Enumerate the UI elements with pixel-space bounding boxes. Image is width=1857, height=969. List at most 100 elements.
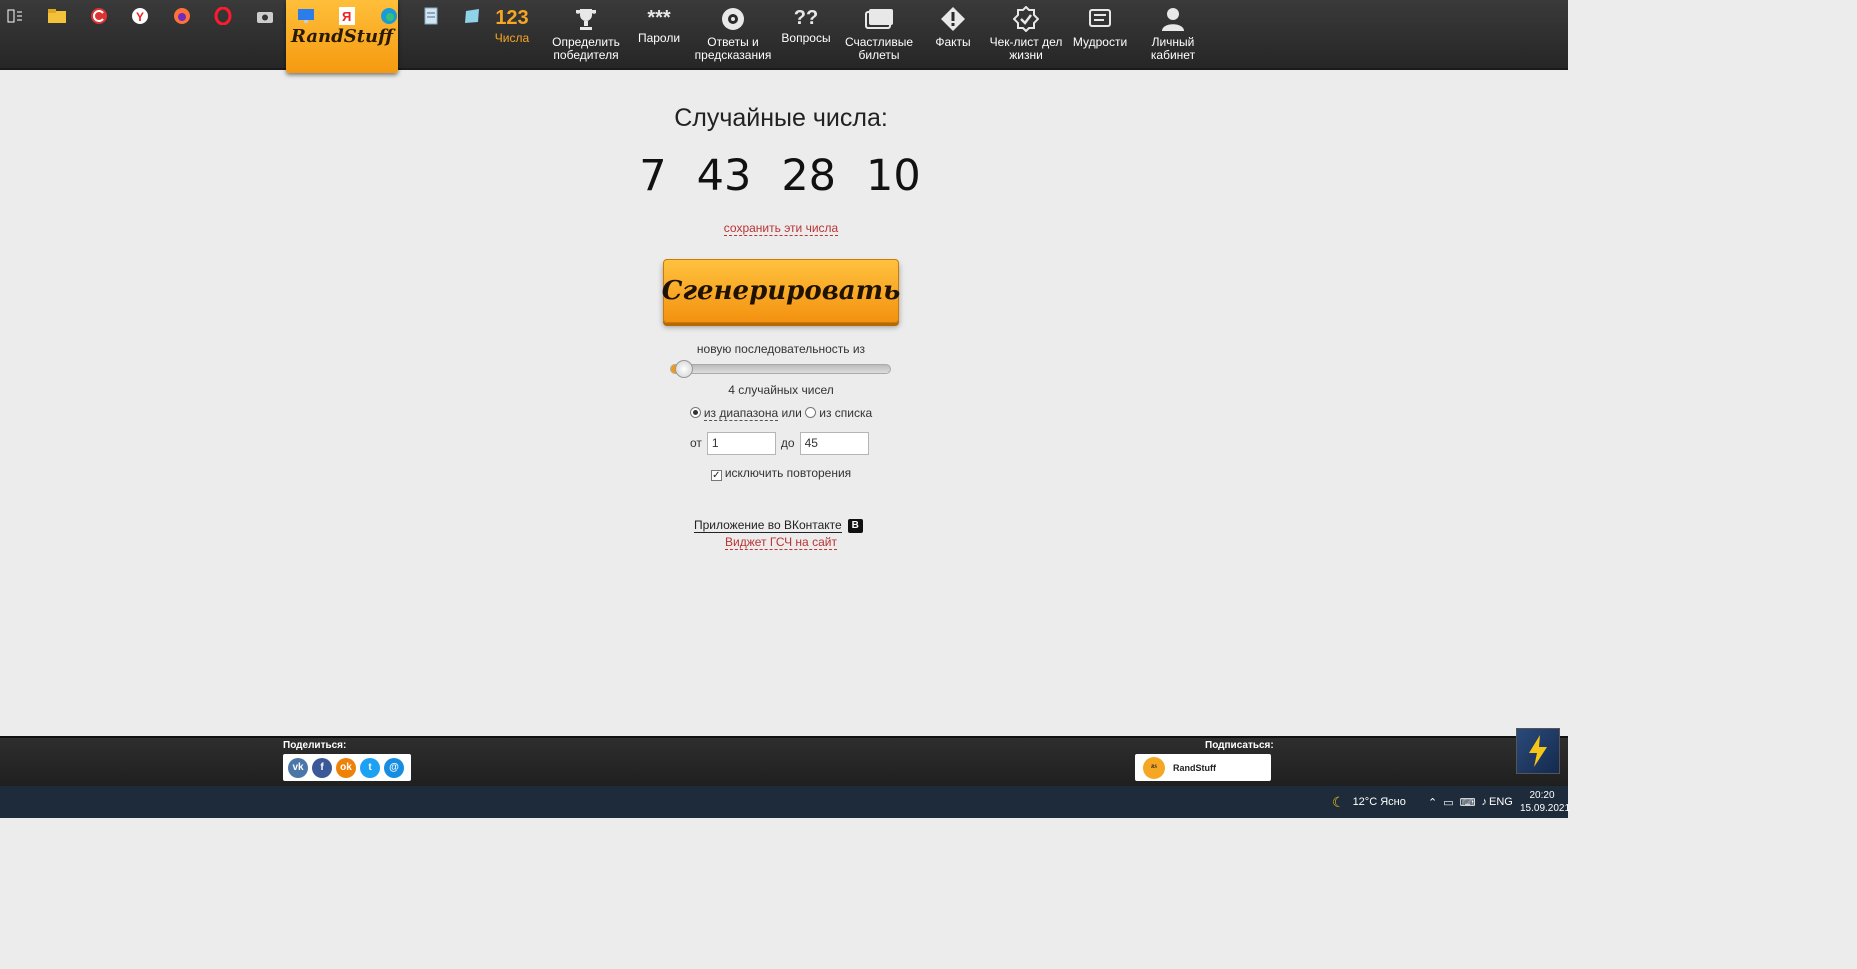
source-mode-row: из диапазона или из списка: [0, 406, 1562, 421]
random-numbers-result: 7 43 28 10: [635, 148, 925, 204]
list-mode-label[interactable]: из списка: [819, 406, 872, 420]
nav-item-passwords[interactable]: *** Пароли: [620, 4, 698, 62]
firefox-icon[interactable]: [171, 6, 193, 26]
language-indicator[interactable]: ENG: [1489, 786, 1513, 818]
save-numbers-link[interactable]: сохранить эти числа: [723, 221, 839, 236]
list-radio[interactable]: [805, 407, 817, 418]
nav-item-answers[interactable]: Ответы и предсказания: [694, 4, 772, 62]
checkmark-badge-icon: [1013, 6, 1039, 32]
save-numbers-row: сохранить эти числа: [0, 221, 1562, 236]
svg-text:Я: Я: [342, 9, 351, 24]
scroll-icon: [1089, 9, 1111, 27]
opera-icon[interactable]: [212, 6, 234, 26]
remote-desktop-icon[interactable]: [295, 6, 317, 26]
share-label: Поделиться:: [283, 740, 347, 751]
sequence-label: новую последовательность из: [696, 342, 866, 356]
share-buttons: vk f ok t @: [283, 754, 411, 781]
exclude-repeats-label[interactable]: исключить повторения: [725, 466, 851, 480]
camera-app-icon[interactable]: [254, 6, 276, 26]
widget-link[interactable]: Виджет ГСЧ на сайт: [725, 535, 837, 550]
range-to-input[interactable]: [799, 431, 869, 455]
weather-text: 12°C Ясно: [1352, 796, 1406, 808]
user-icon: [1162, 8, 1184, 31]
page-title: Случайные числа:: [674, 104, 888, 132]
tablet-app-icon[interactable]: [461, 6, 483, 26]
mail-agent-share-icon[interactable]: @: [384, 757, 404, 778]
nav-item-label: Счастливые билеты: [844, 35, 914, 62]
clock-date: 15.09.2021: [1520, 803, 1571, 814]
odnoklassniki-share-icon[interactable]: ok: [336, 757, 356, 778]
nav-item-facts[interactable]: Факты: [914, 4, 992, 62]
logo-text: RandStuff: [291, 26, 393, 47]
nav-item-label: Вопросы: [781, 31, 831, 45]
twitter-share-icon[interactable]: t: [360, 757, 380, 778]
clock-time: 20:20: [1529, 790, 1555, 801]
system-tray: ⌃ ▭ ⌨ ♪: [1428, 786, 1487, 818]
language-text: ENG: [1489, 796, 1513, 808]
facebook-share-icon[interactable]: f: [312, 757, 332, 778]
random-number: 7: [639, 151, 667, 201]
exclude-repeats-checkbox[interactable]: ✓: [710, 470, 722, 481]
vk-app-link[interactable]: Приложение во ВКонтакте: [694, 518, 842, 533]
svg-text:Y: Y: [136, 10, 144, 24]
randstuff-mini-logo-icon: RS: [1143, 756, 1165, 779]
keyboard-icon[interactable]: ▭: [1443, 796, 1453, 809]
nav-item-label: Личный кабинет: [1150, 35, 1196, 62]
tray-expand-icon[interactable]: ⌃: [1428, 796, 1437, 809]
random-number: 43: [696, 151, 752, 201]
tickets-icon: [865, 9, 893, 29]
range-from-input[interactable]: [706, 431, 776, 455]
page-footer: [0, 736, 1568, 786]
trophy-icon: [576, 9, 596, 30]
weather-widget[interactable]: ☾ 12°C Ясно: [1332, 786, 1406, 818]
vk-app-row: Приложение во ВКонтакте B: [694, 518, 863, 533]
lightning-app-icon[interactable]: [1516, 728, 1560, 774]
or-label: или: [781, 406, 802, 420]
nav-item-numbers[interactable]: 123 Числа: [473, 4, 551, 62]
nav-item-checklist[interactable]: Чек-лист дел жизни: [987, 4, 1065, 62]
to-label: до: [780, 436, 795, 450]
from-label: от: [690, 436, 702, 450]
subscribe-label: Подписаться:: [1205, 740, 1274, 751]
yandex-browser-icon[interactable]: Y: [129, 6, 151, 26]
moon-icon: ☾: [1332, 793, 1345, 810]
edge-icon[interactable]: [378, 6, 400, 26]
random-number: 10: [866, 151, 921, 201]
password-asterisks-icon: ***: [647, 7, 671, 29]
nav-item-label: Определить победителя: [552, 35, 620, 62]
nav-item-wisdom[interactable]: Мудрости: [1061, 4, 1139, 62]
range-inputs-row: от до: [690, 431, 869, 455]
nav-item-label: Ответы и предсказания: [694, 35, 772, 62]
nav-item-account[interactable]: Личный кабинет: [1134, 4, 1212, 62]
yandex-icon[interactable]: Я: [336, 6, 358, 26]
vk-share-icon[interactable]: vk: [288, 757, 308, 778]
network-icon[interactable]: ⌨: [1460, 796, 1476, 809]
range-radio[interactable]: [689, 407, 701, 418]
nav-item-label: Факты: [935, 35, 971, 49]
generate-button[interactable]: Сгенерировать: [662, 259, 900, 323]
nav-item-tickets[interactable]: Счастливые билеты: [840, 4, 918, 62]
magic-8-ball-icon: [722, 8, 744, 30]
taskbar-clock[interactable]: 20:20 15.09.2021: [1520, 789, 1571, 815]
exclamation-icon: [941, 7, 965, 31]
ccleaner-icon[interactable]: [88, 6, 110, 26]
widget-row: Виджет ГСЧ на сайт: [0, 535, 1562, 550]
subscribe-widget[interactable]: RS RandStuff: [1135, 754, 1271, 781]
count-slider[interactable]: [670, 360, 891, 378]
range-mode-label[interactable]: из диапазона: [703, 406, 779, 421]
exclude-repeats-row: ✓ исключить повторения: [0, 466, 1562, 481]
vk-icon[interactable]: B: [847, 518, 863, 533]
nav-item-label: Мудрости: [1072, 35, 1128, 49]
task-view-icon[interactable]: [4, 6, 26, 26]
nav-item-winner[interactable]: Определить победителя: [547, 4, 625, 62]
random-number: 28: [781, 151, 837, 201]
file-explorer-icon[interactable]: [46, 6, 68, 26]
numbers-123-icon: 123: [495, 7, 529, 29]
slider-handle[interactable]: [675, 360, 694, 378]
nav-item-label: Пароли: [637, 31, 681, 45]
volume-icon[interactable]: ♪: [1482, 796, 1488, 808]
count-label: 4 случайных чисел: [728, 383, 834, 397]
notepad-icon[interactable]: [420, 6, 442, 26]
nav-item-questions[interactable]: ?? Вопросы: [767, 4, 845, 62]
subscribe-name: RandStuff: [1173, 762, 1216, 773]
